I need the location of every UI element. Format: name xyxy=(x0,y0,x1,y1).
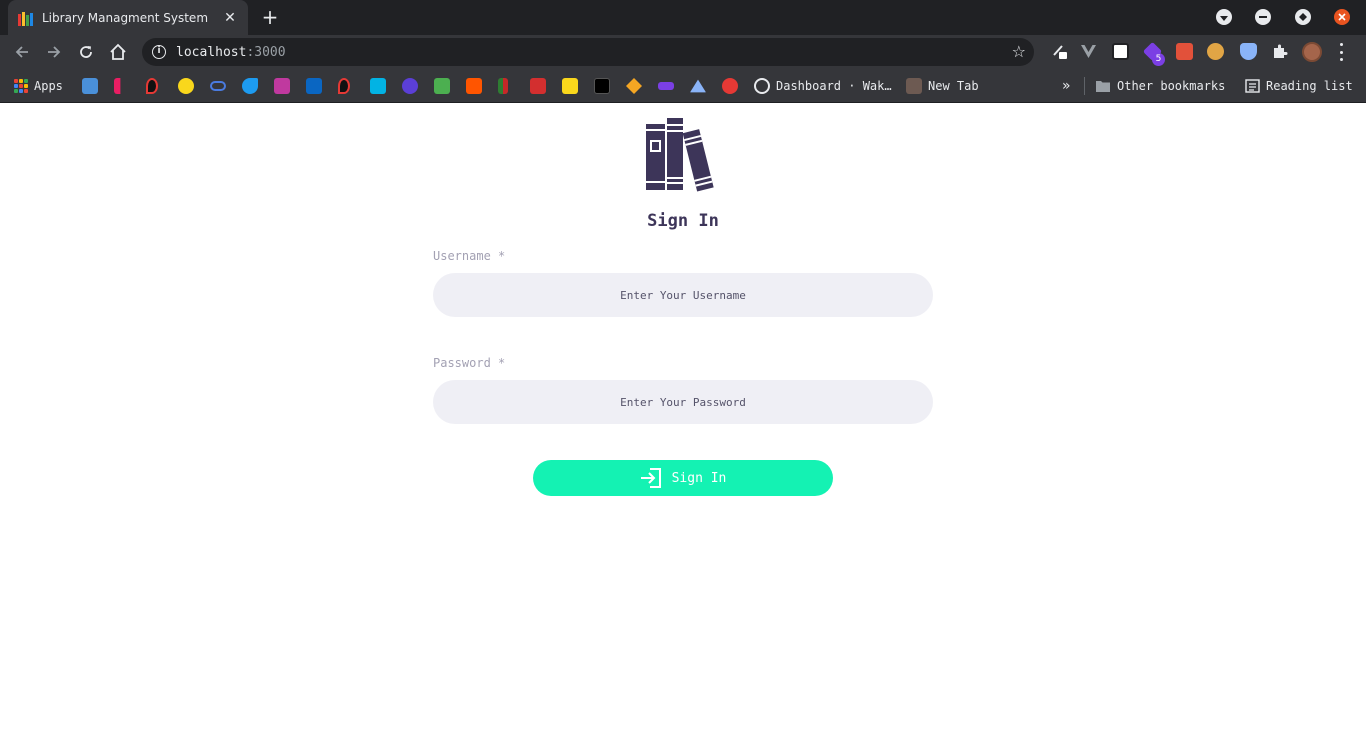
browser-tab[interactable]: Library Managment System ✕ xyxy=(8,0,248,35)
bookmark-dashboard[interactable]: Dashboard · Wak… xyxy=(754,78,892,94)
bookmark-favicon-7[interactable] xyxy=(274,78,290,94)
browser-toolbar: i localhost:3000 ☆ 5 xyxy=(0,35,1366,69)
tab-title: Library Managment System xyxy=(42,10,209,25)
bookmark-star-icon[interactable]: ☆ xyxy=(1012,42,1026,61)
bookmark-favicon-5[interactable] xyxy=(210,78,226,94)
bookmark-other-bookmarks[interactable]: Other bookmarks xyxy=(1095,78,1225,94)
bookmark-favicon-13[interactable] xyxy=(466,78,482,94)
new-tab-button[interactable]: + xyxy=(258,5,282,29)
bookmark-favicon-16[interactable] xyxy=(562,78,578,94)
bookmark-favicon-17[interactable] xyxy=(594,78,610,94)
reading-list-icon xyxy=(1245,79,1260,93)
bookmark-favicon-19[interactable] xyxy=(658,78,674,94)
password-label: Password * xyxy=(433,356,505,370)
bookmark-favicon-3[interactable] xyxy=(146,78,158,94)
profile-avatar[interactable] xyxy=(1302,42,1322,62)
signin-page: Sign In Username * Password * Sign In xyxy=(0,104,1366,741)
sign-in-button-label: Sign In xyxy=(671,470,727,486)
bookmarks-bar: Apps Dashboard · Wak… New Tab » Other bo… xyxy=(0,69,1366,103)
reading-list-label: Reading list xyxy=(1266,79,1353,93)
bookmark-favicon-1[interactable] xyxy=(82,78,98,94)
bookmark-favicon-21[interactable] xyxy=(722,78,738,94)
tab-strip: Library Managment System ✕ + xyxy=(0,0,1366,35)
url-host: localhost xyxy=(176,44,247,60)
pen-extension-icon[interactable] xyxy=(1052,43,1069,60)
site-info-icon[interactable]: i xyxy=(152,45,166,59)
tab-close-icon[interactable]: ✕ xyxy=(222,10,238,26)
bookmark-favicon-12[interactable] xyxy=(434,78,450,94)
folder-icon xyxy=(1096,81,1110,92)
bookmark-favicon-6[interactable] xyxy=(242,78,258,94)
bookmark-favicon-9[interactable] xyxy=(338,78,350,94)
bookmark-favicon-11[interactable] xyxy=(402,78,418,94)
minimize-icon[interactable] xyxy=(1255,9,1271,25)
bookmark-favicon-14[interactable] xyxy=(498,78,508,94)
red-extension-icon[interactable] xyxy=(1176,43,1193,60)
bookmark-favicon-18[interactable] xyxy=(626,78,642,94)
apps-grid-icon xyxy=(14,79,28,93)
books-favicon-icon xyxy=(18,10,34,26)
sign-in-button[interactable]: Sign In xyxy=(533,460,833,496)
bookmark-favicon-15[interactable] xyxy=(530,78,546,94)
extensions-puzzle-icon[interactable] xyxy=(1271,43,1288,60)
close-window-icon[interactable] xyxy=(1334,9,1350,25)
books-logo-icon xyxy=(646,118,714,192)
url-port: :3000 xyxy=(246,44,286,60)
bookmark-new-tab-label: New Tab xyxy=(928,79,979,93)
bookmark-dashboard-label: Dashboard · Wak… xyxy=(776,79,892,93)
vue-devtools-icon[interactable] xyxy=(1080,43,1097,60)
password-label-text: Password xyxy=(433,356,491,370)
other-bookmarks-label: Other bookmarks xyxy=(1117,79,1226,93)
bookmarks-overflow-icon[interactable]: » xyxy=(1062,78,1071,94)
bookmark-reading-list[interactable]: Reading list xyxy=(1245,78,1353,94)
address-bar[interactable]: i localhost:3000 ☆ xyxy=(142,38,1034,66)
new-tab-favicon-icon xyxy=(906,78,922,94)
bookmark-favicon-10[interactable] xyxy=(370,78,386,94)
bookmark-favicon-4[interactable] xyxy=(178,78,194,94)
shield-extension-icon[interactable] xyxy=(1240,43,1257,60)
bookmark-favicon-2[interactable] xyxy=(114,78,130,94)
password-input[interactable] xyxy=(433,380,933,424)
page-title: Sign In xyxy=(647,211,719,231)
username-label-text: Username xyxy=(433,249,491,263)
username-input[interactable] xyxy=(433,273,933,317)
back-arrow-icon[interactable] xyxy=(10,40,34,64)
username-required-mark: * xyxy=(498,249,506,263)
bookmark-apps-label: Apps xyxy=(34,79,63,93)
home-icon[interactable] xyxy=(106,40,130,64)
browser-menu-icon[interactable] xyxy=(1338,43,1344,61)
forward-arrow-icon[interactable] xyxy=(42,40,66,64)
bookmark-favicon-8[interactable] xyxy=(306,78,322,94)
notion-icon[interactable] xyxy=(1112,43,1129,60)
cookie-extension-icon[interactable] xyxy=(1207,43,1224,60)
reload-icon[interactable] xyxy=(74,40,98,64)
bookmark-new-tab[interactable]: New Tab xyxy=(906,78,979,94)
bookmark-apps[interactable]: Apps xyxy=(14,78,63,94)
login-icon xyxy=(640,468,661,488)
maximize-icon[interactable] xyxy=(1295,9,1311,25)
extension-badge: 5 xyxy=(1152,53,1165,66)
bookmarks-divider xyxy=(1084,77,1085,95)
password-required-mark: * xyxy=(498,356,506,370)
tab-search-icon[interactable] xyxy=(1216,9,1232,25)
clock-icon xyxy=(754,78,770,94)
username-label: Username * xyxy=(433,249,505,263)
bookmark-favicon-20[interactable] xyxy=(690,78,706,94)
